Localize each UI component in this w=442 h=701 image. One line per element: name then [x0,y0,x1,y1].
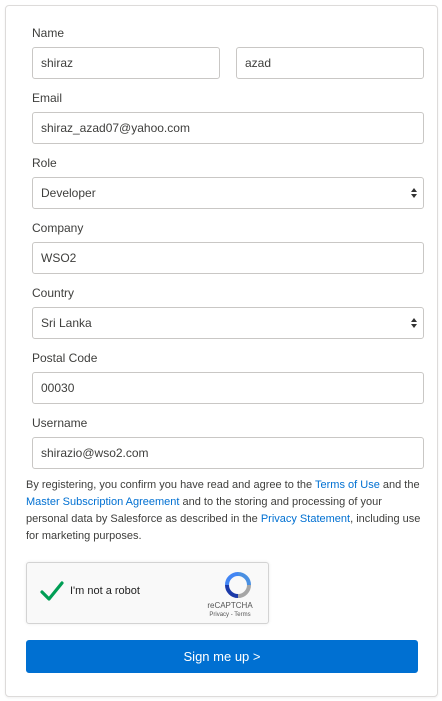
role-group: Role Developer [32,155,424,209]
recaptcha-widget[interactable]: I'm not a robot reCAPTCHA Privacy - Term… [26,562,269,624]
recaptcha-privacy-terms[interactable]: Privacy - Terms [198,612,262,618]
recaptcha-brand: reCAPTCHA [207,601,253,610]
postal-code-field[interactable]: 00030 [32,372,424,404]
master-subscription-agreement-link[interactable]: Master Subscription Agreement [26,496,179,508]
postal-code-group: Postal Code 00030 [32,350,424,404]
company-label: Company [32,221,84,235]
country-label: Country [32,286,75,300]
first-name-field[interactable]: shiraz [32,47,220,79]
username-group: Username shirazio@wso2.com [32,415,424,469]
email-field[interactable]: shiraz_azad07@yahoo.com [32,112,424,144]
consent-text: By registering, you confirm you have rea… [26,477,421,545]
last-name-field[interactable]: azad [236,47,424,79]
sign-me-up-button[interactable]: Sign me up > [26,640,418,673]
role-select[interactable]: Developer [32,177,424,209]
name-group: Name shiraz azad [32,25,424,79]
postal-code-label: Postal Code [32,351,98,365]
recaptcha-logo-icon [225,572,251,598]
username-label: Username [32,416,88,430]
role-value: Developer [41,186,96,200]
consent-text-2: and the [379,479,420,491]
not-a-robot-label: I'm not a robot [70,585,140,597]
terms-of-use-link[interactable]: Terms of Use [315,479,380,491]
name-label: Name [32,26,65,40]
country-value: Sri Lanka [41,316,92,330]
consent-text-1: By registering, you confirm you have rea… [26,479,316,491]
username-field[interactable]: shirazio@wso2.com [32,437,424,469]
select-arrows-icon [411,318,417,328]
email-label: Email [32,91,63,105]
checkmark-icon[interactable] [40,580,64,602]
company-field[interactable]: WSO2 [32,242,424,274]
select-arrows-icon [411,188,417,198]
country-select[interactable]: Sri Lanka [32,307,424,339]
role-label: Role [32,156,57,170]
privacy-statement-link[interactable]: Privacy Statement [261,513,350,525]
email-group: Email shiraz_azad07@yahoo.com [32,90,424,144]
company-group: Company WSO2 [32,220,424,274]
country-group: Country Sri Lanka [32,285,424,339]
